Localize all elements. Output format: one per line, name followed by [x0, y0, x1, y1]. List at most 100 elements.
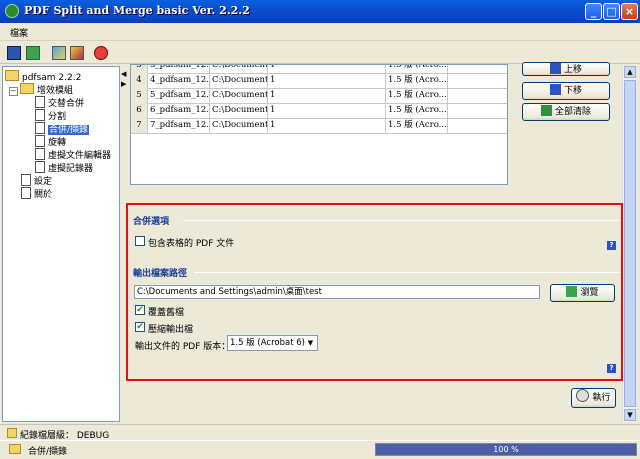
options-panel: 合併選項 包含表格的 PDF 文件 ? 輸出檔案路徑 C:\Documents … [126, 203, 623, 381]
file-name-cell: 7_pdfsam_12... [148, 118, 210, 133]
gear-icon [576, 389, 590, 402]
file-name-cell: 5_pdfsam_12... [148, 88, 210, 103]
menu-file[interactable]: 檔案 [10, 26, 28, 39]
table-row[interactable]: 7 7_pdfsam_12... C:\Documents ... 1 1.5 … [131, 118, 507, 134]
file-path-cell: C:\Documents ... [210, 118, 268, 133]
row-number: 3 [131, 65, 148, 73]
chevron-down-icon[interactable]: ▼ [305, 337, 316, 349]
extra-cell [448, 88, 507, 103]
document-icon [35, 148, 45, 160]
row-number: 4 [131, 73, 148, 88]
tree-item-alternate-mix[interactable]: 交替合併 [35, 96, 84, 109]
overwrite-label: 覆蓋舊檔 [148, 308, 185, 318]
folder-icon [20, 83, 34, 94]
folder-icon [9, 444, 21, 454]
document-icon [35, 122, 45, 134]
collapse-arrow-icon[interactable]: ◀ [121, 70, 126, 78]
pages-cell: 1 [268, 103, 386, 118]
collapse-icon[interactable]: − [9, 87, 18, 96]
log-icon [7, 428, 17, 438]
table-row[interactable]: 4 4_pdfsam_12... C:\Documents ... 1 1.5 … [131, 73, 507, 89]
tree-item-settings[interactable]: 設定 [21, 174, 52, 187]
document-icon [21, 174, 31, 186]
exit-icon[interactable] [94, 46, 108, 60]
overwrite-checkbox[interactable]: ✔ [135, 305, 145, 315]
divider [183, 220, 619, 221]
scroll-up-icon[interactable]: ▲ [624, 66, 636, 78]
folder-open-icon [566, 286, 578, 297]
clean-icon[interactable] [70, 46, 84, 60]
plugin-tree: pdfsam 2.2.2 − 增效模組 交替合併 分割 合併/擷錄 旋轉 虛擬文件… [2, 66, 120, 422]
move-up-button[interactable]: 上移 [522, 62, 610, 76]
file-table[interactable]: 3 3_pdfsam_12... C:\Documents ... 1 1.5 … [130, 64, 508, 185]
move-down-button[interactable]: 下移 [522, 82, 610, 100]
app-icon [5, 4, 19, 18]
minimize-button[interactable]: _ [585, 3, 602, 20]
version-cell: 1.5 版 (Acro... [386, 103, 448, 118]
clear-icon [540, 105, 552, 116]
row-number: 7 [131, 118, 148, 133]
tree-item-visual-recorder[interactable]: 虛擬記錄器 [35, 161, 93, 174]
expand-arrow-icon[interactable]: ▶ [121, 80, 126, 88]
tree-item-about[interactable]: 關於 [21, 187, 52, 200]
tree-item-merge[interactable]: 合併/擷錄 [35, 122, 90, 135]
progress-text: 100 % [493, 445, 519, 454]
compress-label: 壓縮輸出檔 [148, 325, 194, 335]
tree-plugins-folder[interactable]: − 增效模組 [9, 83, 73, 96]
file-path-cell: C:\Documents ... [210, 73, 268, 88]
extra-cell [448, 73, 507, 88]
include-forms-label: 包含表格的 PDF 文件 [148, 239, 235, 249]
environment-icon[interactable] [52, 46, 66, 60]
clear-all-button[interactable]: 全部清除 [522, 103, 610, 121]
title-bar: PDF Split and Merge basic Ver. 2.2.2 _ □… [0, 0, 640, 23]
pages-cell: 1 [268, 73, 386, 88]
file-path-cell: C:\Documents ... [210, 88, 268, 103]
file-name-cell: 6_pdfsam_12... [148, 103, 210, 118]
row-number: 6 [131, 103, 148, 118]
current-plugin-label: 合併/擷錄 [28, 447, 68, 457]
pages-cell: 1 [268, 65, 386, 73]
scroll-thumb[interactable] [624, 80, 636, 407]
save-icon[interactable] [7, 46, 21, 60]
pages-cell: 1 [268, 118, 386, 133]
browse-button[interactable]: 瀏覽 [550, 284, 615, 302]
scroll-down-icon[interactable]: ▼ [624, 409, 636, 421]
run-button[interactable]: 執行 [571, 388, 616, 408]
pdf-version-select[interactable]: 1.5 版 (Acrobat 6) ▼ [227, 335, 318, 351]
tree-item-visual-editor[interactable]: 虛擬文件編輯器 [35, 148, 111, 161]
document-icon [35, 109, 45, 121]
table-row[interactable]: 6 6_pdfsam_12... C:\Documents ... 1 1.5 … [131, 103, 507, 119]
toolbar [0, 42, 640, 64]
maximize-button[interactable]: □ [603, 3, 620, 20]
extra-cell [448, 65, 507, 73]
output-path-input[interactable]: C:\Documents and Settings\admin\桌面\test [134, 285, 540, 299]
progress-bar: 100 % [375, 443, 637, 456]
log-status-bar: 紀錄檔層級： DEBUG [0, 424, 640, 441]
help-icon[interactable]: ? [607, 241, 616, 250]
merge-options-title: 合併選項 [133, 217, 170, 227]
document-icon [35, 135, 45, 147]
extra-cell [448, 118, 507, 133]
row-number: 5 [131, 88, 148, 103]
pages-cell: 1 [268, 88, 386, 103]
help-icon[interactable]: ? [607, 364, 616, 373]
plugin-status-bar: 合併/擷錄 100 % [0, 440, 640, 459]
output-path-title: 輸出檔案路徑 [133, 269, 188, 279]
close-button[interactable]: × [621, 3, 638, 20]
vertical-scrollbar[interactable]: ▲ ▼ [622, 66, 636, 422]
tree-item-split[interactable]: 分割 [35, 109, 66, 122]
compress-checkbox[interactable]: ✔ [135, 322, 145, 332]
version-cell: 1.5 版 (Acro... [386, 65, 448, 73]
menu-bar: 檔案 [0, 23, 640, 41]
table-row[interactable]: 5 5_pdfsam_12... C:\Documents ... 1 1.5 … [131, 88, 507, 104]
tree-root[interactable]: pdfsam 2.2.2 [5, 70, 81, 83]
arrow-down-icon [549, 84, 561, 95]
tree-item-rotate[interactable]: 旋轉 [35, 135, 66, 148]
document-icon [35, 161, 45, 173]
file-name-cell: 4_pdfsam_12... [148, 73, 210, 88]
version-cell: 1.5 版 (Acro... [386, 73, 448, 88]
arrow-up-icon [549, 63, 561, 74]
window-title: PDF Split and Merge basic Ver. 2.2.2 [24, 4, 250, 17]
open-icon[interactable] [26, 46, 40, 60]
include-forms-checkbox[interactable] [135, 236, 145, 246]
